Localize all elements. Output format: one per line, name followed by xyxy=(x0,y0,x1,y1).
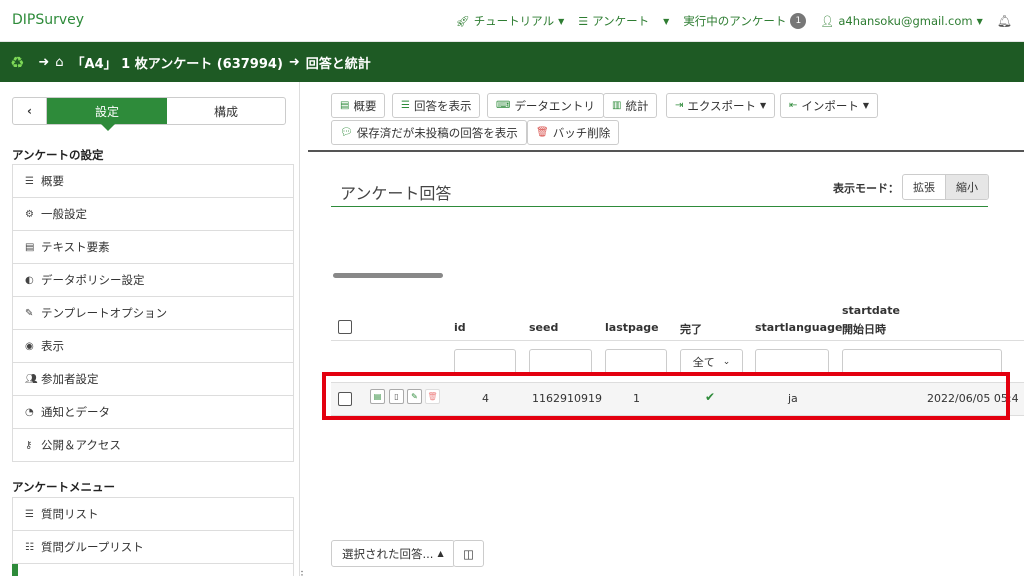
show-responses-button[interactable]: ☰ 回答を表示 xyxy=(392,93,481,118)
rocket-icon: 🚀︎ xyxy=(455,14,470,28)
main-content: ▤ 概要 ☰ 回答を表示 ⌨ データエントリ ▥ 統計 ⇥ エクスポート ▼ ⇤ インポート ▼… xyxy=(300,82,1024,576)
menu-list: ☰ 質問リスト ☷ 質問グループリスト xyxy=(12,497,294,576)
column-header-startdate-jp: 開始日時 xyxy=(842,323,886,336)
sidebar-item-notifications[interactable]: ◔ 通知とデータ xyxy=(12,396,294,429)
active-count-badge: 1 xyxy=(790,13,807,29)
column-header-lastpage[interactable]: lastpage xyxy=(605,321,659,334)
sidebar-item-publication[interactable]: ⚷ 公開＆アクセス xyxy=(12,429,294,462)
caret-up-icon: ▲ xyxy=(437,549,444,558)
column-header-completed[interactable]: 完了 xyxy=(680,321,702,337)
export-icon: ⇥ xyxy=(675,100,684,111)
caret-down-icon: ▼ xyxy=(760,101,767,110)
sidebar-item-overview[interactable]: ☰ 概要 xyxy=(12,165,294,198)
shield-icon: ◐ xyxy=(25,274,34,286)
keyboard-icon: ⌨ xyxy=(496,100,511,111)
chevron-down-icon: ⌄ xyxy=(722,357,731,367)
users-icon: 👥︎ xyxy=(25,373,38,385)
top-navbar: DIPSurvey 🚀︎ チュートリアル ▼ ☰ アンケート ▼ 実行中のアンケ… xyxy=(0,0,1024,42)
eye-icon: ◉ xyxy=(25,340,34,352)
key-icon: ⚷ xyxy=(25,439,33,451)
home-icon[interactable]: ⌂ xyxy=(55,55,63,70)
collapse-sidebar-button[interactable]: ‹ xyxy=(13,98,47,124)
display-mode-toggle: 拡張 縮小 xyxy=(902,174,989,200)
user-menu[interactable]: 👤︎ a4hansoku@gmail.com ▼ xyxy=(820,14,982,28)
breadcrumb-survey[interactable]: 「A4」 1 枚アンケート (637994) xyxy=(72,53,283,72)
caret-down-icon: ▼ xyxy=(663,16,670,26)
caret-down-icon: ▼ xyxy=(558,16,565,26)
column-toggle-button[interactable]: ◫ xyxy=(453,540,484,567)
mode-expand-button[interactable]: 拡張 xyxy=(903,175,945,199)
th-list-icon: ☷ xyxy=(25,541,34,553)
batch-delete-button[interactable]: 🗑︎ バッチ削除 xyxy=(527,120,620,145)
sidebar-item-partial[interactable] xyxy=(12,564,294,576)
rss-icon: ◔ xyxy=(25,406,34,418)
display-mode-label: 表示モード： xyxy=(833,182,899,195)
title-divider xyxy=(331,206,988,207)
column-header-startlanguage[interactable]: startlanguage xyxy=(755,321,842,334)
settings-heading: アンケートの設定 xyxy=(12,148,104,162)
arrow-right-icon: ➜ xyxy=(288,54,300,70)
bar-chart-icon: ▥ xyxy=(612,100,622,111)
surveys-menu[interactable]: ☰ アンケート xyxy=(578,13,649,29)
selected-responses-button[interactable]: 選択された回答... ▲ xyxy=(331,540,455,567)
limesurvey-logo-icon[interactable]: ♻︎ xyxy=(10,53,24,72)
toolbar-divider xyxy=(308,150,1024,152)
tab-structure[interactable]: 構成 xyxy=(167,98,285,124)
sidebar-item-general[interactable]: ⚙ 一般設定 xyxy=(12,198,294,231)
breadcrumb: ♻︎ ➜ ⌂ 「A4」 1 枚アンケート (637994) ➜ 回答と統計 xyxy=(0,42,1024,82)
columns-icon: ◫ xyxy=(463,546,474,561)
sidebar-item-question-groups[interactable]: ☷ 質問グループリスト xyxy=(12,531,294,564)
sidebar-tabs: ‹ 設定 構成 xyxy=(12,97,286,131)
file-text-icon: ▤ xyxy=(25,241,35,253)
paintbrush-icon: ✎ xyxy=(25,307,34,319)
tab-settings[interactable]: 設定 xyxy=(47,98,167,131)
chevron-left-icon: ‹ xyxy=(27,104,32,118)
comment-icon: 💬︎ xyxy=(340,127,353,138)
trash-icon: 🗑︎ xyxy=(536,127,549,138)
menu-heading: アンケートメニュー xyxy=(12,480,116,494)
horizontal-scrollbar[interactable] xyxy=(333,273,443,278)
row-highlight-box xyxy=(322,372,1010,420)
active-surveys-menu[interactable]: ▼ 実行中のアンケート 1 xyxy=(663,13,807,29)
header-divider xyxy=(331,340,1024,341)
list-icon: ☰ xyxy=(25,508,34,520)
export-button[interactable]: ⇥ エクスポート ▼ xyxy=(666,93,776,118)
list-icon: ☰ xyxy=(401,100,410,111)
data-entry-button[interactable]: ⌨ データエントリ xyxy=(487,93,604,118)
import-icon: ⇤ xyxy=(789,100,798,111)
column-header-id[interactable]: id xyxy=(454,321,466,334)
settings-list: ☰ 概要 ⚙ 一般設定 ▤ テキスト要素 ◐ データポリシー設定 ✎ テンプレートオプショ… xyxy=(12,164,294,462)
saved-unsubmitted-button[interactable]: 💬︎ 保存済だが未投稿の回答を表示 xyxy=(331,120,527,145)
breadcrumb-current: 回答と統計 xyxy=(305,56,371,72)
list-icon: ☰ xyxy=(25,175,34,187)
sidebar-item-data-policy[interactable]: ◐ データポリシー設定 xyxy=(12,264,294,297)
caret-down-icon: ▼ xyxy=(862,101,870,110)
statistics-button[interactable]: ▥ 統計 xyxy=(603,93,658,118)
column-header-seed[interactable]: seed xyxy=(529,321,558,334)
list-alt-icon: ▤ xyxy=(340,100,350,111)
brand-logo[interactable]: DIPSurvey xyxy=(12,12,84,28)
tutorial-menu[interactable]: 🚀︎ チュートリアル ▼ xyxy=(456,13,565,29)
mode-compact-button[interactable]: 縮小 xyxy=(945,175,988,199)
list-icon: ☰ xyxy=(578,14,589,28)
sidebar-item-template-options[interactable]: ✎ テンプレートオプション xyxy=(12,297,294,330)
select-all-checkbox[interactable] xyxy=(338,320,352,334)
caret-down-icon: ▼ xyxy=(976,16,983,26)
page-title: アンケート回答 xyxy=(340,184,452,203)
import-button[interactable]: ⇤ インポート ▼ xyxy=(780,93,879,118)
summary-button[interactable]: ▤ 概要 xyxy=(331,93,386,118)
sidebar-item-questions[interactable]: ☰ 質問リスト xyxy=(12,498,294,531)
sidebar-item-participants[interactable]: 👥︎ 参加者設定 xyxy=(12,363,294,396)
column-header-startdate[interactable]: startdate xyxy=(842,304,900,317)
user-icon: 👤︎ xyxy=(820,14,835,28)
sidebar-item-presentation[interactable]: ◉ 表示 xyxy=(12,330,294,363)
top-nav: 🚀︎ チュートリアル ▼ ☰ アンケート ▼ 実行中のアンケート 1 👤︎ a4… xyxy=(456,0,1024,42)
arrow-right-icon: ➜ xyxy=(38,54,50,70)
sidebar: ‹ 設定 構成 アンケートの設定 ☰ 概要 ⚙ 一般設定 ▤ テキスト要素 ◐ データポ… xyxy=(0,82,307,576)
gears-icon: ⚙ xyxy=(25,208,34,220)
bell-icon[interactable]: 🔔︎ xyxy=(997,14,1012,28)
sidebar-item-text-elements[interactable]: ▤ テキスト要素 xyxy=(12,231,294,264)
